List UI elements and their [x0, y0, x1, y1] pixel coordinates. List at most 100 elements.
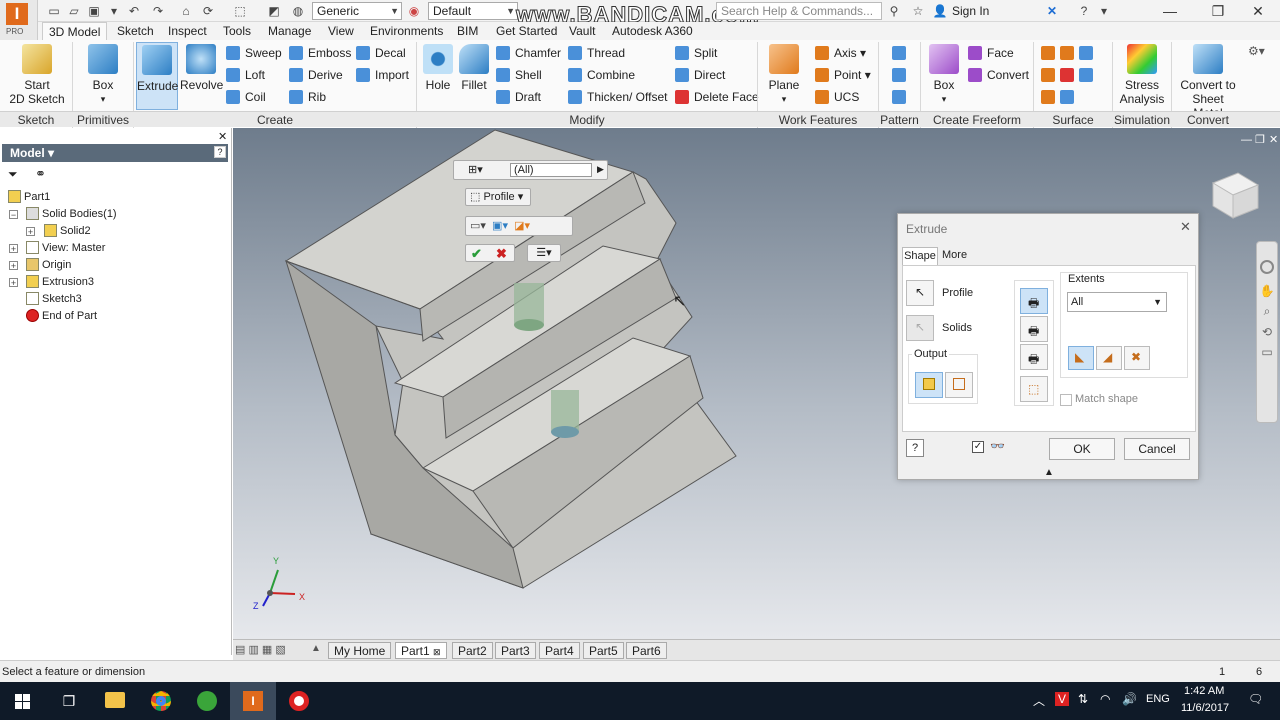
- face-button[interactable]: Face: [968, 43, 1014, 63]
- surface-tool-3[interactable]: [1041, 87, 1079, 107]
- wifi-icon[interactable]: ◠: [1100, 692, 1110, 706]
- mirror-button[interactable]: [892, 87, 911, 107]
- expand-icon[interactable]: +: [9, 261, 18, 271]
- open-folder-icon[interactable]: ▱: [66, 3, 82, 19]
- new-file-icon[interactable]: ▭: [46, 3, 62, 19]
- doc-tab-part3[interactable]: Part3: [495, 642, 536, 659]
- tree-node-origin[interactable]: Origin: [26, 257, 71, 274]
- start-2d-sketch-button[interactable]: Start 2D Sketch: [8, 42, 66, 106]
- tab-environments[interactable]: Environments: [364, 22, 449, 40]
- tree-node-solid2[interactable]: Solid2: [44, 223, 91, 240]
- restore-button[interactable]: ❐: [1196, 0, 1240, 22]
- thicken-offset-button[interactable]: Thicken/ Offset: [568, 87, 667, 107]
- tab-shape[interactable]: Shape: [902, 247, 938, 265]
- direction-symmetric-button[interactable]: 🖶: [1020, 344, 1048, 370]
- import-button[interactable]: Import: [356, 65, 409, 85]
- binoculars-icon[interactable]: ⚭: [35, 166, 46, 182]
- direct-button[interactable]: Direct: [675, 65, 725, 85]
- output-solid-icon[interactable]: ▭▾: [470, 220, 486, 232]
- emboss-button[interactable]: Emboss: [289, 43, 351, 63]
- doc-tab-part1[interactable]: Part1 ⊠: [395, 642, 447, 659]
- close-browser-icon[interactable]: ✕: [218, 130, 227, 143]
- task-view-icon[interactable]: ❐: [46, 682, 92, 720]
- tabs-menu-icon[interactable]: ▲: [311, 643, 321, 654]
- tab-view[interactable]: View: [322, 22, 360, 40]
- language-indicator[interactable]: ENG: [1146, 693, 1170, 705]
- tab-inspect[interactable]: Inspect: [162, 22, 213, 40]
- star-icon[interactable]: ☆: [910, 3, 926, 19]
- ok-check-icon[interactable]: ✔: [471, 246, 482, 262]
- tab-bim[interactable]: BIM: [451, 22, 484, 40]
- notifications-icon[interactable]: 🗨: [1248, 692, 1263, 706]
- split-button[interactable]: Split: [675, 43, 717, 63]
- operation-join-button[interactable]: ◣: [1068, 346, 1094, 370]
- browser-help-icon[interactable]: ?: [214, 146, 226, 158]
- doc-tab-my-home[interactable]: My Home: [328, 642, 392, 659]
- extrude-button[interactable]: Extrude: [136, 42, 178, 110]
- sign-in-link[interactable]: Sign In: [952, 4, 989, 18]
- help-icon[interactable]: ?: [1076, 3, 1092, 19]
- expand-icon[interactable]: −: [9, 210, 18, 220]
- shell-button[interactable]: Shell: [496, 65, 542, 85]
- ok-button[interactable]: OK: [1049, 438, 1115, 460]
- tab-tools[interactable]: Tools: [217, 22, 257, 40]
- select-icon[interactable]: ⬚: [232, 3, 248, 19]
- profile-selector-button[interactable]: ↖: [906, 280, 934, 306]
- home-icon[interactable]: ⌂: [178, 3, 194, 19]
- extents-select[interactable]: All ▼: [1067, 292, 1167, 312]
- tree-node-view-master[interactable]: View: Master: [26, 240, 105, 257]
- mini-toolbar-profile-button[interactable]: ⬚ Profile ▾: [465, 188, 531, 206]
- cancel-button[interactable]: Cancel: [1124, 438, 1190, 460]
- circular-pattern-button[interactable]: [892, 65, 911, 85]
- expand-icon[interactable]: +: [9, 244, 18, 254]
- derive-button[interactable]: Derive: [289, 65, 343, 85]
- tree-node-solid-bodies[interactable]: Solid Bodies(1): [26, 206, 117, 223]
- windows-start-icon[interactable]: [0, 682, 46, 720]
- undo-icon[interactable]: ↶: [126, 3, 142, 19]
- combine-button[interactable]: Combine: [568, 65, 635, 85]
- plane-button[interactable]: Plane ▾: [764, 42, 804, 106]
- minimize-button[interactable]: —: [1148, 0, 1192, 22]
- antivirus-tray-icon[interactable]: V: [1055, 692, 1070, 706]
- viewport-minimize-icon[interactable]: —: [1241, 134, 1252, 146]
- orbit-icon[interactable]: ⟲: [1257, 325, 1277, 339]
- rectangular-pattern-button[interactable]: [892, 43, 911, 63]
- chrome-icon[interactable]: [138, 682, 184, 720]
- freeform-box-button[interactable]: Box ▾: [926, 42, 962, 106]
- play-icon[interactable]: ▶: [597, 164, 604, 175]
- direction-flipped-button[interactable]: 🖶: [1020, 316, 1048, 342]
- tab-vault[interactable]: Vault: [563, 22, 601, 40]
- selection-filter-icon[interactable]: ⊞▾: [468, 163, 483, 176]
- clock-time[interactable]: 1:42 AM: [1184, 685, 1224, 697]
- draft-button[interactable]: Draft: [496, 87, 541, 107]
- tab-get-started[interactable]: Get Started: [490, 22, 563, 40]
- box-primitive-button[interactable]: Box ▾: [82, 42, 124, 106]
- network-icon[interactable]: ⇅: [1078, 692, 1088, 706]
- doc-tab-part4[interactable]: Part4: [539, 642, 580, 659]
- file-explorer-icon[interactable]: [92, 682, 138, 720]
- tree-node-extrusion3[interactable]: Extrusion3: [26, 274, 94, 291]
- dialog-help-icon[interactable]: ?: [906, 439, 924, 457]
- cancel-x-icon[interactable]: ✖: [496, 246, 507, 262]
- hole-button[interactable]: Hole: [420, 42, 456, 92]
- help-search-input[interactable]: Search Help & Commands...: [716, 2, 882, 20]
- help-menu-icon[interactable]: ▾: [1096, 3, 1112, 19]
- expand-icon[interactable]: +: [9, 278, 18, 288]
- zoom-icon[interactable]: ⌕: [1257, 304, 1277, 319]
- panel-modify[interactable]: Modify: [417, 112, 757, 128]
- convert-to-sheet-metal-button[interactable]: Convert to Sheet Metal: [1176, 42, 1240, 120]
- direction-default-button[interactable]: 🖶: [1020, 288, 1048, 314]
- expand-icon[interactable]: +: [26, 227, 35, 237]
- save-icon[interactable]: ▣: [86, 3, 102, 19]
- green-app-icon[interactable]: [184, 682, 230, 720]
- appearance-select[interactable]: Default ▼: [428, 2, 518, 20]
- doc-tab-part5[interactable]: Part5: [583, 642, 624, 659]
- sweep-button[interactable]: Sweep: [226, 43, 282, 63]
- surface-tool-2[interactable]: [1041, 65, 1098, 85]
- fillet-button[interactable]: Fillet: [456, 42, 492, 92]
- stress-analysis-button[interactable]: Stress Analysis: [1116, 42, 1168, 106]
- mini-toolbar-menu-button[interactable]: ☰▾: [527, 244, 561, 262]
- save-menu-icon[interactable]: ▾: [106, 3, 122, 19]
- output-solid-button[interactable]: [915, 372, 943, 398]
- thread-button[interactable]: Thread: [568, 43, 625, 63]
